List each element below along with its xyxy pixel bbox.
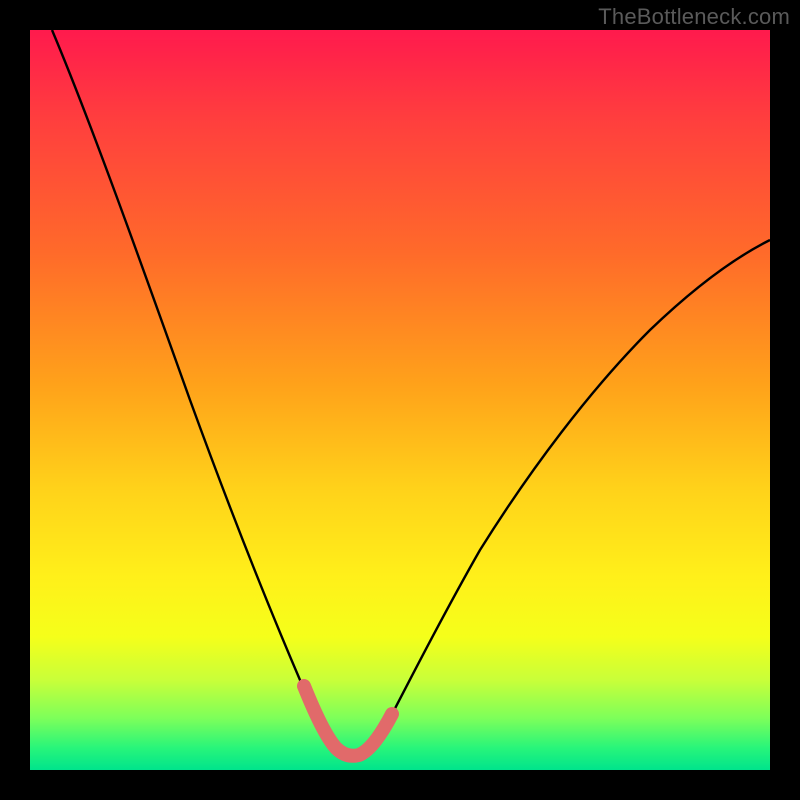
bottleneck-curve: [52, 30, 770, 756]
chart-frame: TheBottleneck.com: [0, 0, 800, 800]
highlight-band: [304, 686, 392, 756]
watermark-text: TheBottleneck.com: [598, 4, 790, 30]
plot-area: [30, 30, 770, 770]
curve-layer: [30, 30, 770, 770]
